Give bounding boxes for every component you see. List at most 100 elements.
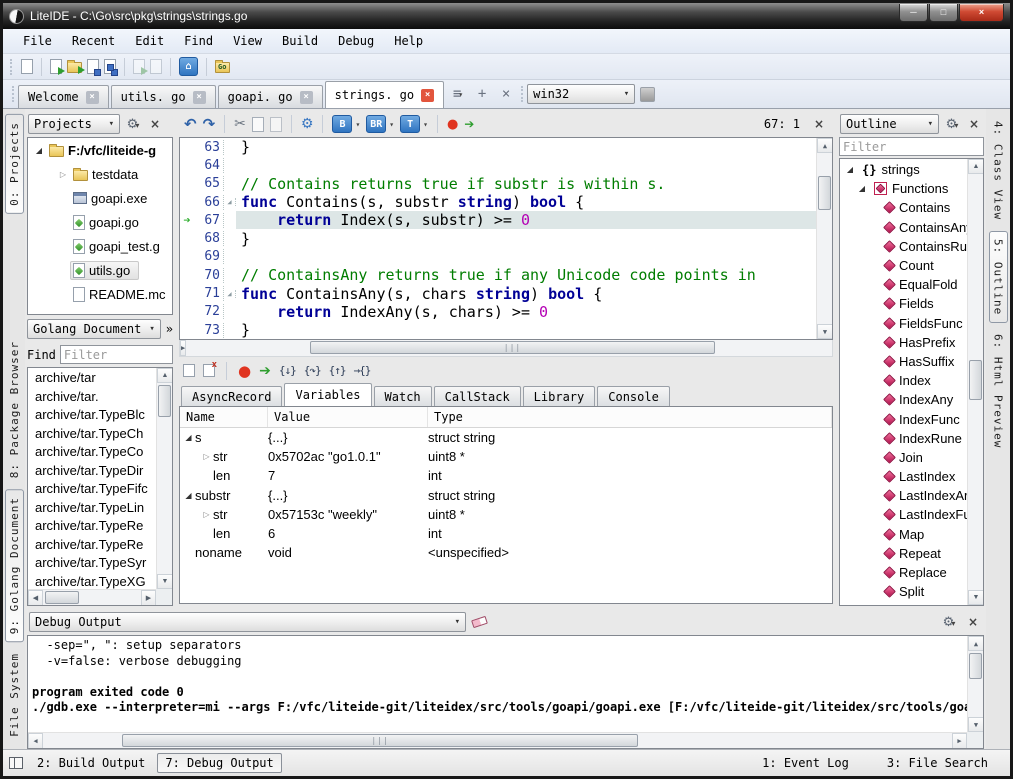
outline-filter-input[interactable] [839, 137, 984, 156]
tree-item[interactable]: goapi_test.g [28, 234, 172, 258]
column-header[interactable]: Type [428, 407, 832, 427]
debug-tab[interactable]: CallStack [434, 386, 521, 406]
outline-function[interactable]: Fields [841, 294, 967, 313]
outline-function[interactable]: ContainsRur [841, 237, 967, 256]
doc-list-item[interactable]: archive/tar [29, 369, 156, 388]
code-editor[interactable]: 63}64 65// Contains returns true if subs… [179, 137, 833, 340]
outline-function[interactable]: Repeat [841, 544, 967, 563]
editor-tab[interactable]: utils. go× [111, 85, 216, 108]
outline-root[interactable]: ◢{}strings [841, 160, 967, 179]
paste-icon[interactable] [270, 117, 282, 132]
close-tab-icon[interactable]: × [494, 83, 518, 106]
dock-tab[interactable]: 4: Class View [990, 114, 1007, 227]
status-toggle[interactable]: 7: Debug Output [157, 753, 281, 773]
output-hscrollbar[interactable]: ◀ ||| ▶ [28, 732, 967, 748]
outline-function[interactable]: HasSuffix [841, 352, 967, 371]
status-toggle[interactable]: 2: Build Output [29, 753, 153, 773]
outline-function[interactable]: IndexRune [841, 429, 967, 448]
reload-file-icon[interactable] [133, 59, 145, 74]
outline-function[interactable]: Contains [841, 198, 967, 217]
debug-tab[interactable]: Library [523, 386, 596, 406]
panel-menu-gear-icon[interactable]: ⚙▾ [124, 117, 142, 132]
variable-row[interactable]: len6int [180, 524, 832, 543]
env-handle[interactable] [521, 86, 524, 102]
menu-item-view[interactable]: View [223, 31, 272, 51]
tab-close-icon[interactable]: × [300, 91, 313, 104]
expanded-expander-icon[interactable]: ◢ [843, 165, 857, 174]
save-all-icon[interactable] [104, 59, 116, 74]
doc-list-vscrollbar[interactable]: ▲ ▼ [156, 368, 172, 589]
doc-list-item[interactable]: archive/tar.TypeSyr [29, 554, 156, 573]
open-folder-icon[interactable] [67, 62, 82, 73]
column-header[interactable]: Value [268, 407, 428, 427]
doc-list-item[interactable]: archive/tar.TypeLin [29, 499, 156, 518]
start-debug-icon[interactable]: ➔ [464, 117, 474, 131]
record-stop-icon[interactable]: x [203, 364, 215, 377]
dock-tab[interactable]: 9: Golang Document [5, 489, 24, 642]
doc-list-item[interactable]: archive/tar.TypeRe [29, 517, 156, 536]
maximize-button[interactable]: □ [929, 4, 958, 22]
variable-row[interactable]: len7int [180, 466, 832, 485]
open-file-icon[interactable] [50, 59, 62, 74]
menu-item-edit[interactable]: Edit [125, 31, 174, 51]
clear-output-icon[interactable] [471, 616, 488, 628]
save-file-icon[interactable] [87, 59, 99, 74]
variable-row[interactable]: ◢substr{...}struct string [180, 486, 832, 505]
editor-hscrollbar[interactable]: ◀ ||| ▶ [179, 340, 833, 357]
output-combo[interactable]: Debug Output▾ [29, 612, 466, 632]
tab-list-icon[interactable]: ≡▾ [446, 83, 470, 106]
menu-item-find[interactable]: Find [174, 31, 223, 51]
outline-combo[interactable]: Outline▾ [840, 114, 939, 134]
tabbar-handle[interactable] [12, 86, 15, 102]
debug-tab[interactable]: Console [597, 386, 670, 406]
expanded-expander-icon[interactable]: ◢ [182, 433, 195, 442]
doc-list-item[interactable]: archive/tar.TypeDir [29, 462, 156, 481]
editor-tab[interactable]: strings. go× [325, 81, 444, 108]
build-dropdown-icon[interactable]: ▾ [355, 120, 360, 129]
copy-icon[interactable] [252, 117, 264, 132]
projects-combo[interactable]: Projects▾ [28, 114, 120, 134]
menu-item-recent[interactable]: Recent [62, 31, 125, 51]
dock-tab[interactable]: 5: Outline [989, 231, 1008, 323]
outline-close-icon[interactable]: × [965, 117, 983, 131]
outline-function[interactable]: LastIndex [841, 467, 967, 486]
output-gear-icon[interactable]: ⚙▾ [940, 615, 958, 630]
build-button[interactable]: B [332, 115, 352, 133]
toggle-panels-icon[interactable] [9, 757, 23, 769]
outline-function[interactable]: EqualFold [841, 275, 967, 294]
outline-function[interactable]: HasPrefix [841, 333, 967, 352]
outline-function[interactable]: Join [841, 448, 967, 467]
debug-tab[interactable]: Watch [374, 386, 432, 406]
tab-close-icon[interactable]: × [421, 89, 434, 102]
outline-function[interactable]: Replace [841, 563, 967, 582]
tree-item[interactable]: ▷testdata [28, 162, 172, 186]
column-header[interactable]: Name [180, 407, 268, 427]
stop-debug-icon[interactable]: ● [238, 362, 251, 380]
doc-list-hscrollbar[interactable]: ◀ ▶ [28, 589, 156, 605]
outline-function[interactable]: LastIndexFu [841, 505, 967, 524]
tab-close-icon[interactable]: × [86, 91, 99, 104]
close-file-icon[interactable] [150, 59, 162, 74]
doc-mode-combo[interactable]: Golang Document▾ [27, 319, 161, 339]
undo-icon[interactable]: ↶ [184, 115, 197, 133]
tree-item[interactable]: goapi.exe [28, 186, 172, 210]
expanded-expander-icon[interactable]: ◢ [32, 146, 46, 155]
step-into-icon[interactable]: {↓} [279, 364, 296, 377]
doc-list-item[interactable]: archive/tar. [29, 388, 156, 407]
doc-list-item[interactable]: archive/tar.TypeRe [29, 536, 156, 555]
record-log-icon[interactable] [183, 364, 195, 377]
find-filter-input[interactable] [60, 345, 173, 364]
output-vscrollbar[interactable]: ▲ ▼ [967, 636, 983, 732]
tree-item[interactable]: utils.go [28, 258, 172, 282]
run-to-line-icon[interactable]: →{} [353, 364, 370, 377]
collapsed-expander-icon[interactable]: ▷ [200, 452, 213, 461]
expanded-expander-icon[interactable]: ◢ [855, 184, 869, 193]
tree-item[interactable]: goapi.go [28, 210, 172, 234]
cut-icon[interactable]: ✂ [234, 116, 246, 132]
menu-item-file[interactable]: File [13, 31, 62, 51]
editor-vscrollbar[interactable]: ▲ ▼ [816, 138, 832, 339]
dock-tab[interactable]: 6: Html Preview [990, 327, 1007, 455]
outline-function[interactable]: ContainsAny [841, 218, 967, 237]
debug-tab[interactable]: AsyncRecord [181, 386, 282, 406]
test-button[interactable]: T [400, 115, 420, 133]
